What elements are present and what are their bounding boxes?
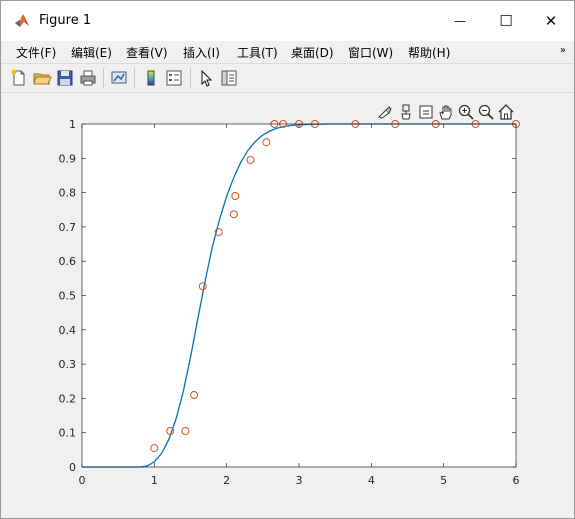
figure-toolbar bbox=[1, 63, 574, 93]
menu-tools[interactable]: 工具(T) bbox=[237, 44, 278, 61]
print-icon[interactable] bbox=[78, 68, 98, 88]
home-icon[interactable] bbox=[497, 103, 515, 121]
toolbar-separator bbox=[190, 68, 191, 88]
figure-canvas bbox=[7, 93, 568, 511]
menu-insert[interactable]: 插入(I) bbox=[183, 44, 220, 61]
menu-edit[interactable]: 编辑(E) bbox=[71, 44, 112, 61]
menu-file[interactable]: 文件(F) bbox=[16, 44, 56, 61]
open-file-icon[interactable] bbox=[32, 68, 52, 88]
close-button[interactable]: ✕ bbox=[528, 1, 574, 41]
export-icon[interactable] bbox=[417, 103, 435, 121]
zoom-out-icon[interactable] bbox=[477, 103, 495, 121]
insert-colorbar-icon[interactable] bbox=[141, 68, 161, 88]
property-inspector-icon[interactable] bbox=[219, 68, 239, 88]
link-plot-icon[interactable] bbox=[109, 68, 129, 88]
menu-bar: 文件(F) 编辑(E) 查看(V) 插入(I) 工具(T) 桌面(D) 窗口(W… bbox=[1, 41, 574, 63]
brush-icon[interactable] bbox=[376, 103, 394, 121]
figure-window: Figure 1 — ☐ ✕ 文件(F) 编辑(E) 查看(V) 插入(I) 工… bbox=[0, 0, 575, 519]
toolbar-separator bbox=[134, 68, 135, 88]
title-bar[interactable]: Figure 1 — ☐ ✕ bbox=[1, 1, 574, 41]
minimize-icon: — bbox=[454, 14, 466, 28]
new-figure-icon[interactable] bbox=[9, 68, 29, 88]
matlab-logo-icon bbox=[15, 14, 29, 27]
maximize-button[interactable]: ☐ bbox=[483, 1, 529, 41]
pan-hand-icon[interactable] bbox=[437, 103, 455, 121]
zoom-in-icon[interactable] bbox=[457, 103, 475, 121]
select-pointer-icon[interactable] bbox=[196, 68, 216, 88]
menu-desktop[interactable]: 桌面(D) bbox=[291, 44, 334, 61]
close-icon: ✕ bbox=[544, 12, 558, 30]
menu-view[interactable]: 查看(V) bbox=[126, 44, 168, 61]
maximize-icon: ☐ bbox=[499, 12, 513, 30]
menu-window[interactable]: 窗口(W) bbox=[348, 44, 393, 61]
save-icon[interactable] bbox=[55, 68, 75, 88]
window-title: Figure 1 bbox=[39, 13, 92, 28]
minimize-button[interactable]: — bbox=[437, 1, 483, 41]
data-tips-icon[interactable] bbox=[397, 103, 415, 121]
chevron-double-icon[interactable]: » bbox=[560, 45, 566, 56]
insert-legend-icon[interactable] bbox=[164, 68, 184, 88]
menu-help[interactable]: 帮助(H) bbox=[408, 44, 450, 61]
toolbar-separator bbox=[103, 68, 104, 88]
